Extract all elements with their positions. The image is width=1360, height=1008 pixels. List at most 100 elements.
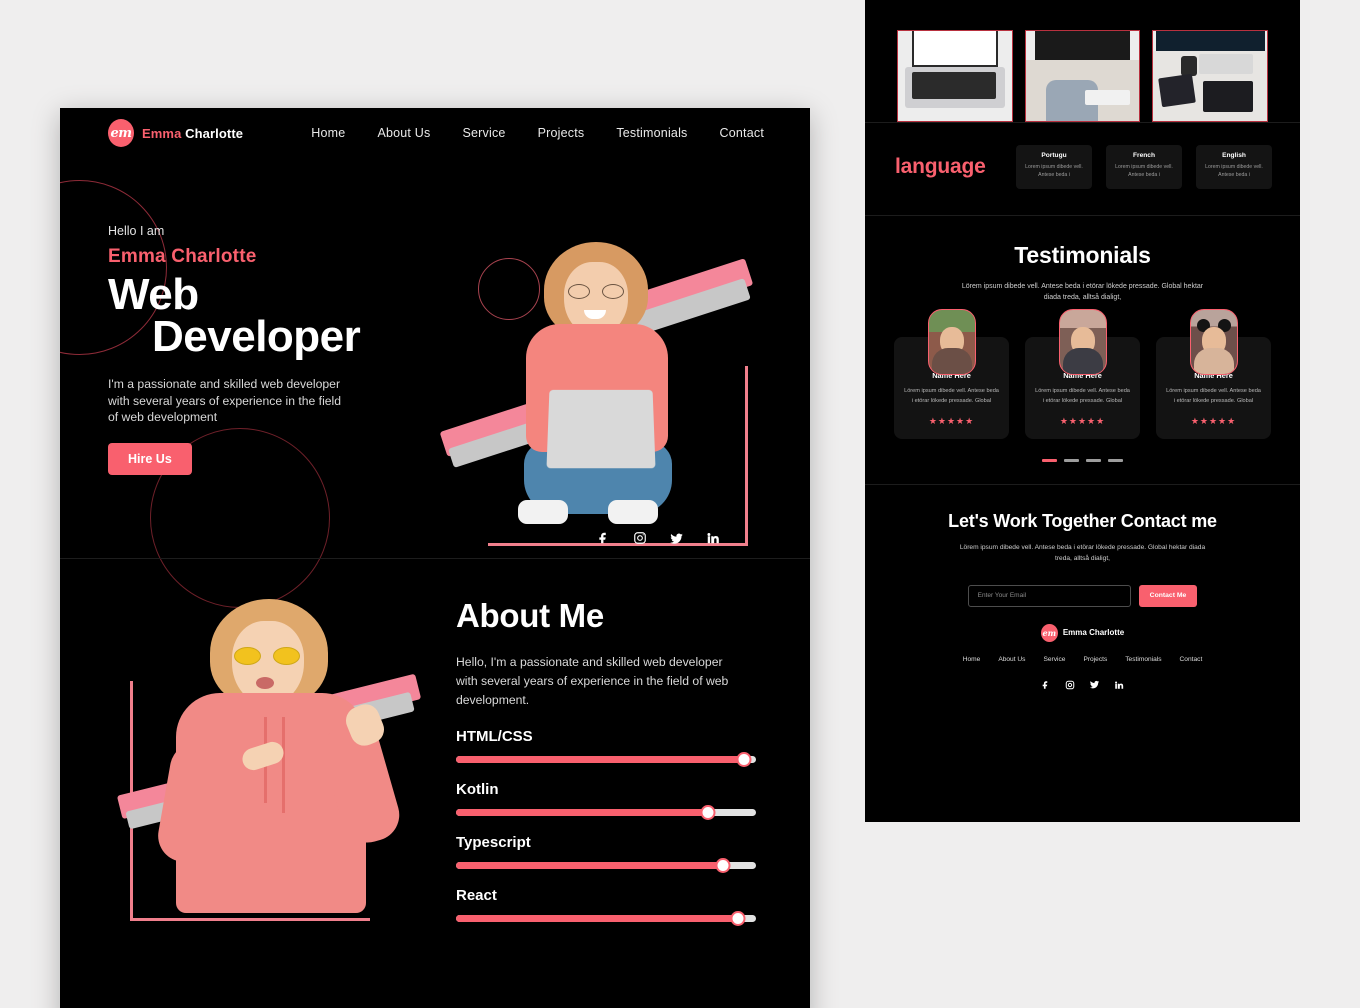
hero-section: Hello I am Emma Charlotte Web Developer … — [60, 158, 810, 608]
skill-row: Typescript — [456, 834, 762, 873]
person-shoe-left — [518, 500, 568, 524]
hoodie-drawstring — [282, 717, 285, 813]
skill-slider-react[interactable] — [456, 910, 756, 926]
language-section: language Portugu Lorem ipsum dibede vell… — [865, 122, 1300, 215]
about-person-photo — [154, 593, 406, 923]
footer-nav-about-us[interactable]: About Us — [998, 656, 1025, 663]
skill-fill — [456, 861, 723, 869]
nav-item-home[interactable]: Home — [311, 126, 345, 140]
hero-greeting: Hello I am — [108, 224, 165, 238]
portfolio-right-panel: language Portugu Lorem ipsum dibede vell… — [865, 0, 1300, 822]
testimonials-section: Testimonials Lörem ipsum dibede vell. An… — [865, 215, 1300, 484]
testimonials-subtitle: Lörem ipsum dibede vell. Antese beda i e… — [961, 283, 1204, 302]
footer-brand-logo[interactable]: em Emma Charlotte — [1040, 623, 1124, 642]
nav-item-testimonials[interactable]: Testimonials — [616, 126, 687, 140]
footer-brand-name: Emma Charlotte — [1063, 628, 1124, 637]
language-card-portugu[interactable]: Portugu Lorem ipsum dibede vell. Antese … — [1016, 145, 1092, 189]
hero-name: Emma Charlotte — [108, 246, 257, 267]
about-content: About Me Hello, I'm a passionate and ski… — [456, 593, 762, 968]
instagram-icon[interactable] — [1065, 677, 1075, 695]
nav-links: Home About Us Service Projects Testimoni… — [311, 126, 764, 140]
footer-nav-home[interactable]: Home — [963, 656, 981, 663]
skill-slider-typescript[interactable] — [456, 857, 756, 873]
about-title: About Me — [456, 597, 604, 634]
nav-item-contact[interactable]: Contact — [720, 126, 764, 140]
about-illustration — [108, 593, 428, 933]
testimonial-card[interactable]: Name Here Lörem ipsum dibede vell. Antes… — [1156, 309, 1271, 439]
skill-knob[interactable] — [730, 910, 746, 926]
hero-description: I'm a passionate and skilled web develop… — [108, 377, 342, 424]
person-sunglasses-icon — [234, 647, 300, 665]
language-card-english[interactable]: English Lorem ipsum dibede vell. Antese … — [1196, 145, 1272, 189]
linkedin-icon[interactable] — [706, 531, 720, 546]
testimonial-text: Lörem ipsum dibede vell. Antese beda i e… — [1166, 388, 1261, 404]
footer-brand-first: Emma — [1062, 628, 1087, 638]
language-card-desc: Lorem ipsum dibede vell. Antese beda i — [1115, 164, 1173, 178]
email-field[interactable] — [967, 584, 1131, 607]
footer-nav: Home About Us Service Projects Testimoni… — [889, 656, 1276, 663]
carousel-dot-2[interactable] — [1064, 458, 1079, 462]
project-thumbnail-workspace[interactable] — [1152, 30, 1269, 122]
footer-nav-service[interactable]: Service — [1043, 656, 1065, 663]
brand-logo[interactable]: em Emma Charlotte — [108, 119, 243, 147]
nav-item-projects[interactable]: Projects — [538, 126, 585, 140]
facebook-icon[interactable] — [1041, 677, 1051, 695]
person-laptop — [546, 389, 656, 469]
brand-monogram-icon: em — [1040, 623, 1058, 642]
testimonial-card[interactable]: Name Here Lörem ipsum dibede vell. Antes… — [1025, 309, 1140, 439]
footer-social-links — [889, 677, 1276, 695]
contact-me-button[interactable]: Contact Me — [1138, 584, 1198, 607]
twitter-icon[interactable] — [669, 531, 684, 546]
footer: em Emma Charlotte Home About Us Service … — [889, 607, 1276, 721]
carousel-dot-1[interactable] — [1042, 458, 1057, 462]
carousel-dot-4[interactable] — [1108, 458, 1123, 462]
hero-title-line2: Developer — [152, 312, 361, 362]
about-description: Hello, I'm a passionate and skilled web … — [456, 655, 729, 707]
testimonials-title: Testimonials — [1014, 242, 1151, 268]
skill-slider-kotlin[interactable] — [456, 804, 756, 820]
skill-knob[interactable] — [715, 857, 731, 873]
person-glasses-icon — [568, 284, 624, 299]
skill-row: HTML/CSS — [456, 728, 762, 767]
testimonial-cards: Name Here Lörem ipsum dibede vell. Antes… — [889, 309, 1276, 439]
projects-gallery — [865, 0, 1300, 122]
skill-slider-html-css[interactable] — [456, 751, 756, 767]
footer-nav-projects[interactable]: Projects — [1083, 656, 1107, 663]
testimonial-text: Lörem ipsum dibede vell. Antese beda i e… — [904, 388, 999, 404]
linkedin-icon[interactable] — [1114, 677, 1124, 695]
avatar — [927, 309, 976, 376]
hero-title: Web Developer — [108, 273, 438, 362]
rating-stars: ★★★★★ — [928, 415, 975, 426]
hero-text-block: Hello I am Emma Charlotte Web Developer … — [108, 158, 438, 475]
hero-illustration — [438, 238, 758, 548]
carousel-dot-3[interactable] — [1086, 458, 1101, 462]
navbar: em Emma Charlotte Home About Us Service … — [60, 108, 810, 158]
twitter-icon[interactable] — [1089, 677, 1100, 695]
rating-stars: ★★★★★ — [1190, 415, 1237, 426]
contact-subtitle: Lörem ipsum dibede vell. Antese beda i e… — [959, 543, 1206, 562]
language-card-french[interactable]: French Lorem ipsum dibede vell. Antese b… — [1106, 145, 1182, 189]
nav-item-about-us[interactable]: About Us — [377, 126, 430, 140]
rating-stars: ★★★★★ — [1059, 415, 1106, 426]
hero-person-photo — [496, 238, 696, 538]
project-thumbnail-typing[interactable] — [1024, 30, 1141, 122]
brand-monogram-icon: em — [108, 119, 134, 147]
project-thumbnail-laptop[interactable] — [897, 30, 1013, 122]
language-title: language — [895, 155, 986, 178]
footer-brand-last: Charlotte — [1089, 628, 1125, 638]
carousel-pagination — [889, 458, 1276, 462]
skill-fill — [456, 755, 744, 763]
facebook-icon[interactable] — [597, 531, 611, 546]
footer-nav-contact[interactable]: Contact — [1180, 656, 1203, 663]
hire-us-button[interactable]: Hire Us — [108, 442, 192, 475]
nav-item-service[interactable]: Service — [462, 126, 505, 140]
skill-label-kotlin: Kotlin — [456, 780, 499, 798]
testimonial-card[interactable]: Name Here Lörem ipsum dibede vell. Antes… — [894, 309, 1009, 439]
footer-nav-testimonials[interactable]: Testimonials — [1125, 656, 1161, 663]
skill-row: Kotlin — [456, 780, 762, 820]
skill-knob[interactable] — [700, 804, 716, 820]
person-lips — [256, 677, 274, 689]
skill-knob[interactable] — [736, 751, 752, 767]
language-card-title: French — [1133, 152, 1155, 159]
instagram-icon[interactable] — [633, 531, 647, 546]
